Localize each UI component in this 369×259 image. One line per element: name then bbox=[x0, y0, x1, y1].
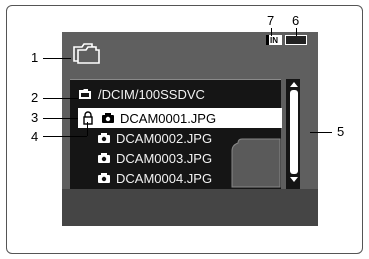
callout-7: 7 bbox=[267, 13, 275, 28]
camera-icon bbox=[98, 173, 110, 183]
preview-thumbnail bbox=[231, 138, 281, 188]
folder-path-text: /DCIM/100SSDVC bbox=[98, 86, 205, 102]
callout-4: 4 bbox=[31, 129, 39, 144]
battery-icon bbox=[285, 35, 307, 45]
file-name: DCAM0003.JPG bbox=[116, 150, 213, 166]
camera-icon bbox=[102, 113, 114, 123]
callout-5: 5 bbox=[337, 124, 345, 139]
scrollbar-thumb[interactable] bbox=[290, 90, 298, 174]
leader-line-4-vertical bbox=[87, 122, 88, 136]
protect-lock-icon bbox=[83, 111, 93, 125]
callout-3: 3 bbox=[31, 110, 39, 125]
folder-icon bbox=[73, 43, 100, 64]
leader-line-2 bbox=[43, 98, 78, 99]
leader-line-5 bbox=[310, 132, 332, 133]
camera-icon bbox=[98, 133, 110, 143]
file-name: DCAM0001.JPG bbox=[120, 110, 217, 126]
file-item-1[interactable]: DCAM0001.JPG bbox=[78, 108, 282, 128]
camera-icon bbox=[98, 153, 110, 163]
leader-line-4 bbox=[43, 136, 87, 137]
scroll-down-icon[interactable] bbox=[290, 177, 298, 182]
folder-path: /DCIM/100SSDVC bbox=[78, 84, 205, 104]
leader-line-7 bbox=[271, 28, 272, 36]
lcd-bottom-bar bbox=[62, 189, 318, 226]
file-name: DCAM0004.JPG bbox=[116, 170, 213, 186]
scroll-up-icon[interactable] bbox=[290, 82, 298, 87]
file-name: DCAM0002.JPG bbox=[116, 130, 213, 146]
leader-line-1 bbox=[43, 58, 71, 59]
leader-line-6 bbox=[296, 28, 297, 36]
memory-badge-stripe bbox=[266, 35, 269, 45]
small-folder-icon bbox=[79, 89, 91, 99]
leader-line-3 bbox=[43, 118, 78, 119]
callout-6: 6 bbox=[292, 13, 300, 28]
callout-2: 2 bbox=[31, 90, 39, 105]
callout-1: 1 bbox=[31, 50, 39, 65]
